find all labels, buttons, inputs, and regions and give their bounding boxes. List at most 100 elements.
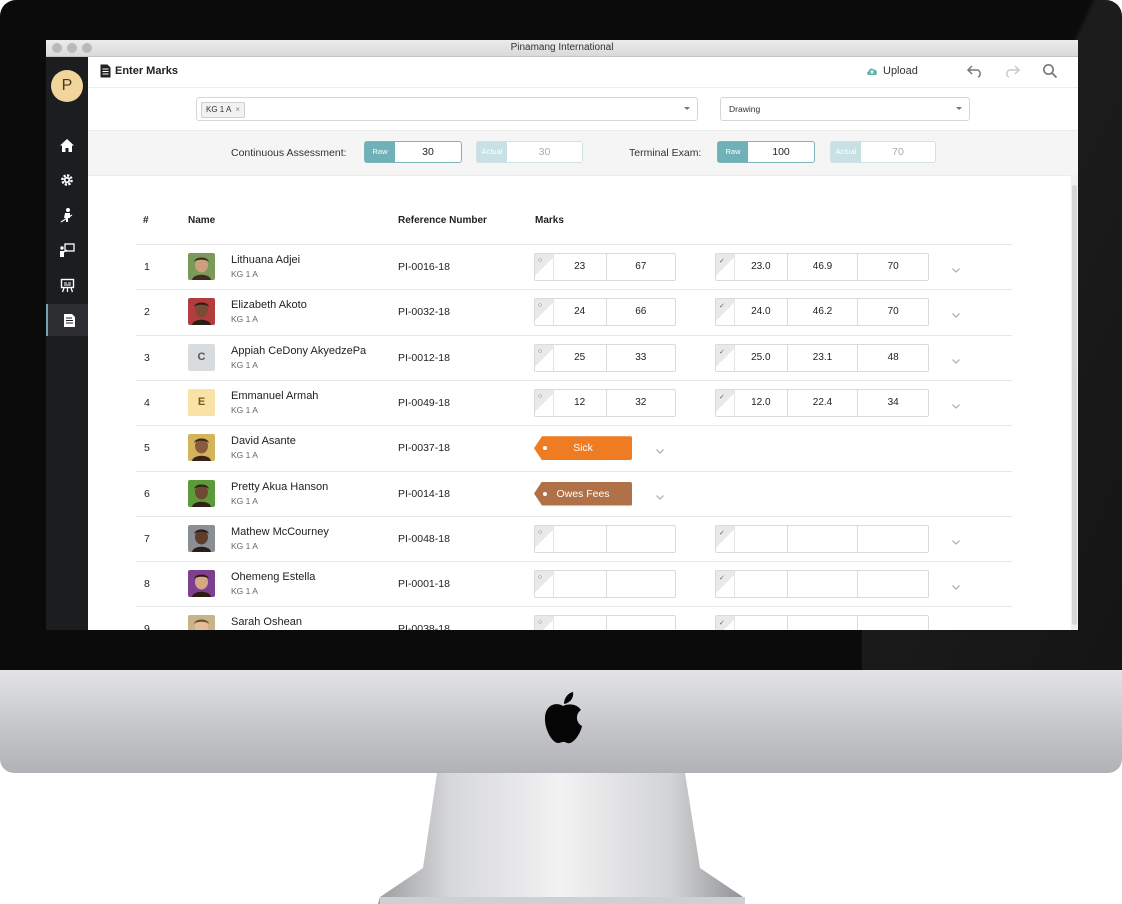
ca-mark-cell[interactable]: 12 [554, 389, 607, 416]
exam-marks-group[interactable]: ✓ 24.0 46.2 70 [715, 298, 929, 327]
search-icon[interactable] [1042, 63, 1058, 79]
ca-marks-group[interactable]: ○ 12 32 [534, 388, 676, 417]
student-name[interactable]: David Asante [231, 435, 296, 447]
exam-mark-cell[interactable] [858, 571, 928, 597]
row-expand-chevron-icon[interactable] [951, 578, 961, 596]
exam-marks-group[interactable]: ✓ 12.0 22.4 34 [715, 388, 929, 417]
row-expand-chevron-icon[interactable] [655, 442, 665, 460]
ca-raw-field[interactable]: Raw 30 [364, 141, 462, 163]
student-name[interactable]: Emmanuel Armah [231, 390, 318, 402]
exam-marks-group[interactable]: ✓ [715, 524, 929, 553]
student-name[interactable]: Elizabeth Akoto [231, 299, 307, 311]
scrollbar-thumb[interactable] [1072, 185, 1077, 625]
upload-button[interactable]: Upload [866, 65, 918, 77]
exam-marks-group[interactable]: ✓ 23.0 46.9 70 [715, 253, 929, 281]
exam-mark-cell[interactable] [735, 525, 788, 552]
row-expand-chevron-icon[interactable] [655, 488, 665, 506]
exam-raw-field[interactable]: Raw 100 [717, 141, 815, 163]
exam-marks-group[interactable]: ✓ [715, 615, 929, 630]
row-expand-chevron-icon[interactable] [951, 306, 961, 324]
ca-mark-cell[interactable] [607, 616, 676, 630]
row-expand-chevron-icon[interactable] [951, 397, 961, 415]
row-expand-chevron-icon[interactable] [951, 352, 961, 370]
student-name[interactable]: Mathew McCourney [231, 526, 329, 538]
school-avatar[interactable]: P [51, 70, 83, 102]
ca-mark-cell[interactable] [607, 526, 676, 552]
exam-mark-cell[interactable]: 70 [858, 299, 928, 325]
ca-mark-cell[interactable] [554, 616, 607, 630]
row-expand-chevron-icon[interactable] [951, 623, 961, 630]
ca-status-icon: ○ [535, 344, 554, 371]
nav-classes[interactable] [46, 269, 88, 301]
ca-marks-group[interactable]: ○ [534, 615, 676, 630]
ca-marks-group[interactable]: ○ 23 67 [534, 253, 676, 281]
row-expand-chevron-icon[interactable] [951, 533, 961, 551]
undo-icon[interactable] [966, 63, 984, 79]
exam-mark-cell[interactable] [735, 571, 788, 598]
exam-marks-group[interactable]: ✓ 25.0 23.1 48 [715, 343, 929, 372]
exam-raw-value[interactable]: 100 [748, 142, 814, 162]
student-name[interactable]: Pretty Akua Hanson [231, 481, 328, 493]
exam-mark-cell[interactable] [788, 571, 859, 598]
student-name[interactable]: Ohemeng Estella [231, 571, 315, 583]
nav-teachers[interactable] [46, 234, 88, 266]
redo-icon[interactable] [1003, 63, 1021, 79]
exam-mark-cell[interactable] [735, 616, 788, 630]
exam-actual-value[interactable]: 70 [861, 142, 935, 162]
status-tag[interactable]: Sick [534, 436, 632, 461]
ca-marks-group[interactable]: ○ [534, 524, 676, 553]
ca-marks-group[interactable]: ○ [534, 570, 676, 599]
class-select[interactable]: KG 1 A × [196, 97, 698, 121]
exam-mark-cell[interactable]: 24.0 [735, 299, 788, 326]
exam-check-icon: ✓ [716, 525, 735, 552]
exam-actual-field[interactable]: Actual 70 [830, 141, 936, 163]
ca-mark-cell[interactable]: 23 [554, 254, 607, 280]
student-name[interactable]: Appiah CeDony AkyedzePa [231, 345, 366, 357]
ca-mark-cell[interactable]: 24 [554, 299, 607, 326]
exam-mark-cell[interactable]: 70 [858, 254, 928, 280]
student-class: KG 1 A [231, 269, 258, 279]
ca-mark-cell[interactable] [607, 571, 676, 597]
exam-mark-cell[interactable] [788, 616, 859, 630]
ca-actual-field[interactable]: Actual 30 [476, 141, 583, 163]
row-expand-chevron-icon[interactable] [951, 261, 961, 279]
ca-mark-cell[interactable]: 33 [607, 345, 676, 371]
sidebar: P [46, 57, 90, 630]
exam-mark-cell[interactable]: 48 [858, 345, 928, 371]
student-name[interactable]: Sarah Oshean [231, 616, 302, 628]
exam-mark-cell[interactable] [788, 525, 859, 552]
ca-mark-cell[interactable]: 25 [554, 344, 607, 371]
exam-mark-cell[interactable]: 25.0 [735, 344, 788, 371]
student-photo [188, 524, 215, 552]
exam-mark-cell[interactable]: 46.9 [788, 254, 859, 280]
ca-mark-cell[interactable]: 67 [607, 254, 676, 280]
exam-mark-cell[interactable]: 34 [858, 390, 928, 416]
ca-mark-cell[interactable] [554, 571, 607, 598]
exam-mark-cell[interactable]: 23.0 [735, 254, 788, 280]
subject-select[interactable]: Drawing [720, 97, 970, 121]
ca-marks-group[interactable]: ○ 24 66 [534, 298, 676, 327]
nav-settings[interactable] [46, 164, 88, 196]
ca-marks-group[interactable]: ○ 25 33 [534, 343, 676, 372]
exam-mark-cell[interactable]: 12.0 [735, 389, 788, 416]
exam-mark-cell[interactable]: 23.1 [788, 344, 859, 371]
ca-mark-cell[interactable]: 32 [607, 390, 676, 416]
exam-mark-cell[interactable] [858, 526, 928, 552]
exam-mark-cell[interactable]: 46.2 [788, 299, 859, 326]
status-tag[interactable]: Owes Fees [534, 481, 632, 506]
ca-raw-value[interactable]: 30 [395, 142, 461, 162]
class-chip[interactable]: KG 1 A × [201, 102, 246, 118]
nav-enter-marks[interactable] [46, 304, 90, 336]
ca-actual-value[interactable]: 30 [507, 142, 582, 162]
ca-status-icon: ○ [535, 389, 554, 416]
status-dot [543, 446, 547, 451]
ca-mark-cell[interactable] [554, 525, 607, 552]
ca-mark-cell[interactable]: 66 [607, 299, 676, 325]
nav-students[interactable] [46, 199, 88, 231]
student-name[interactable]: Lithuana Adjei [231, 254, 300, 266]
chip-remove-icon[interactable]: × [235, 105, 240, 114]
exam-mark-cell[interactable]: 22.4 [788, 389, 859, 416]
nav-home[interactable] [46, 129, 88, 161]
exam-marks-group[interactable]: ✓ [715, 570, 929, 599]
exam-mark-cell[interactable] [858, 616, 928, 630]
